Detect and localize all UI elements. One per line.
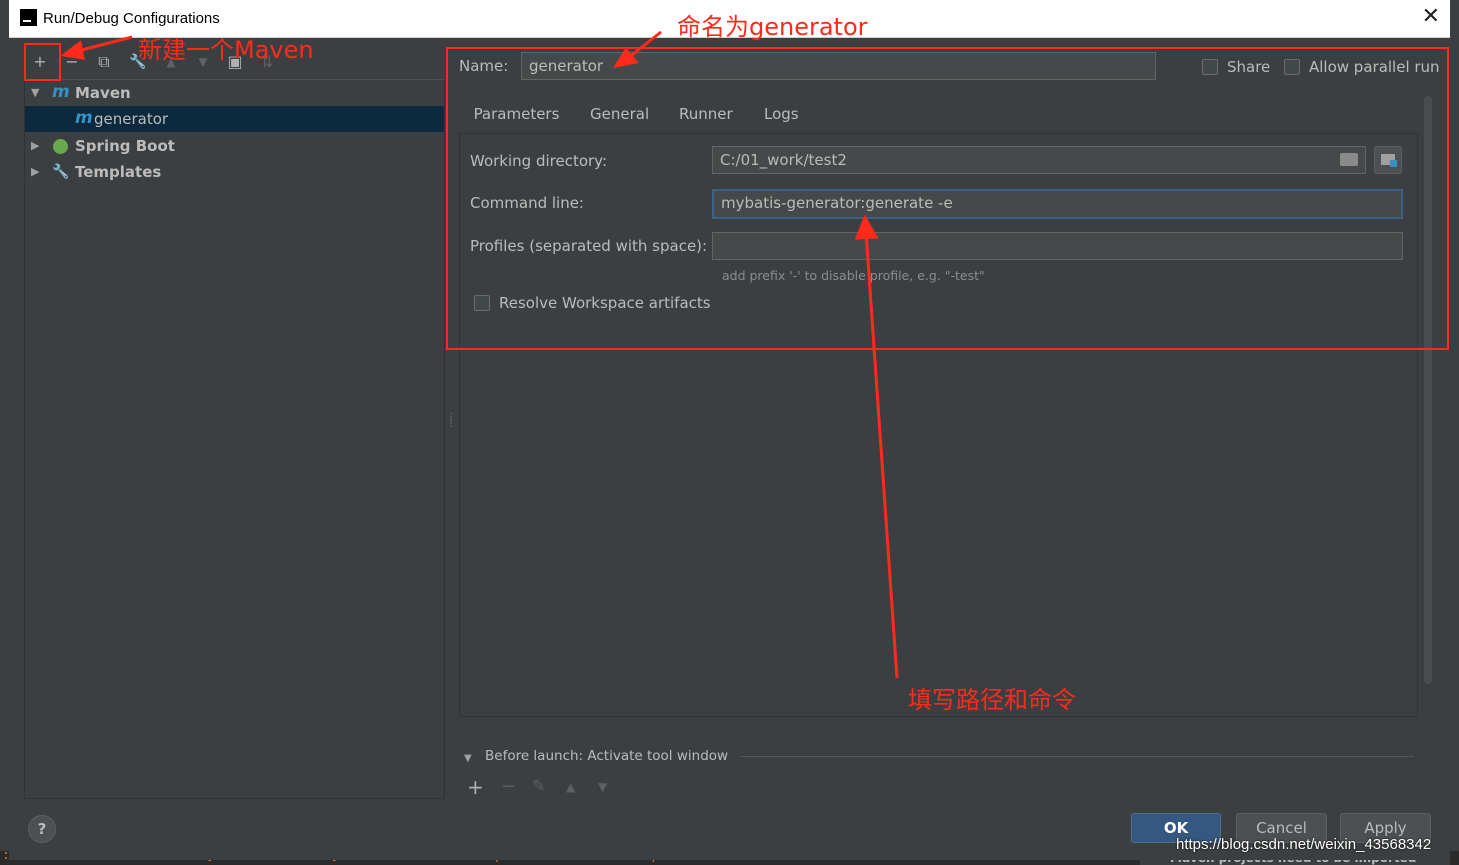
annotation-arrows (60, 30, 899, 679)
arrow-to-command-line (864, 231, 899, 679)
arrow-head (60, 40, 85, 60)
arrow-head (854, 214, 879, 240)
arrow-to-name-field (627, 30, 662, 60)
